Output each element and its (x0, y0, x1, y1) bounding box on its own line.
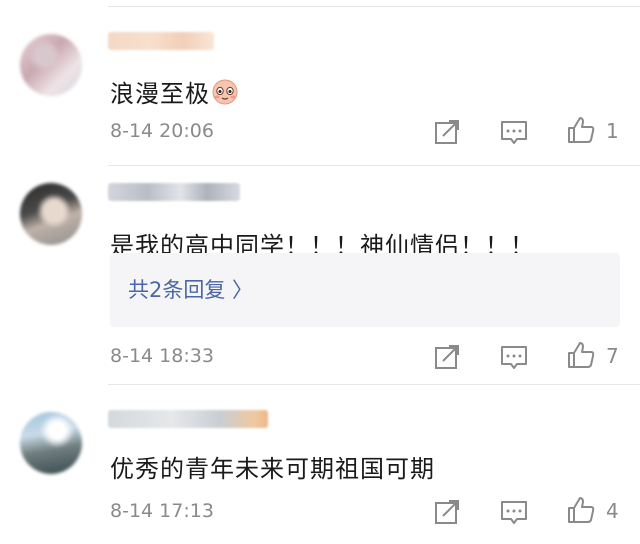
comment-text: 优秀的青年未来可期祖国可期 (110, 455, 435, 483)
comment-timestamp: 8-14 17:13 (110, 500, 214, 522)
blush-face-emoji (212, 79, 238, 105)
comment-text-content: 浪漫至极 (110, 80, 210, 108)
share-icon[interactable] (432, 117, 462, 147)
view-replies-link[interactable]: 共2条回复 〉 (128, 274, 253, 304)
share-icon[interactable] (432, 342, 462, 372)
comment-icon[interactable] (499, 342, 529, 372)
username-blurred[interactable] (108, 183, 240, 201)
thumbs-up-icon[interactable] (566, 340, 596, 370)
comment-item: 优秀的青年未来可期祖国可期 8-14 17:13 4 (0, 384, 640, 544)
comment-item: 浪漫至极 8-14 20:06 1 (0, 0, 640, 165)
comment-timestamp: 8-14 20:06 (110, 120, 214, 142)
like-count: 1 (606, 119, 619, 143)
username-blurred[interactable] (108, 32, 214, 50)
comment-text: 浪漫至极 (110, 74, 238, 109)
replies-box[interactable]: 共2条回复 〉 (110, 253, 620, 327)
comment-timestamp: 8-14 18:33 (110, 345, 214, 367)
thumbs-up-icon[interactable] (566, 495, 596, 525)
like-count: 4 (606, 499, 619, 523)
comment-icon[interactable] (499, 497, 529, 527)
avatar[interactable] (20, 183, 82, 245)
share-icon[interactable] (432, 497, 462, 527)
comment-item: 是我的高中同学！！！神仙情侣！！！ 共2条回复 〉 8-14 18:33 7 (0, 165, 640, 384)
avatar[interactable] (20, 34, 82, 96)
comment-icon[interactable] (499, 117, 529, 147)
avatar[interactable] (20, 412, 82, 474)
like-count: 7 (606, 344, 619, 368)
thumbs-up-icon[interactable] (566, 115, 596, 145)
username-blurred[interactable] (108, 410, 268, 428)
